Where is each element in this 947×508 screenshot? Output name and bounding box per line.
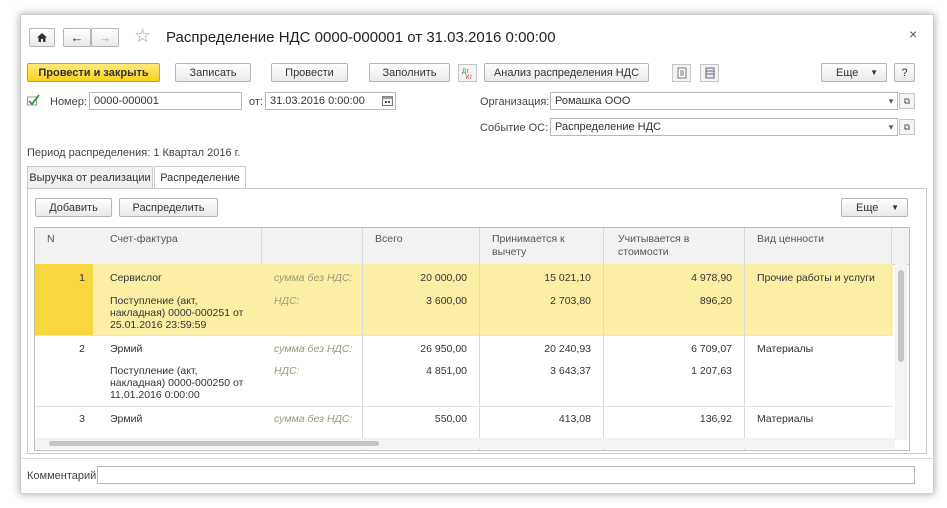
dropdown-arrow-icon: ▼ — [891, 203, 899, 212]
arrow-right-icon: → — [98, 30, 112, 45]
more-button[interactable]: Еще ▼ — [821, 63, 887, 82]
cost-value[interactable]: 1 207,63 — [625, 365, 732, 378]
tab-distribution-label: Распределение — [160, 172, 240, 184]
cost-value[interactable]: 6 709,07 — [625, 343, 732, 356]
column-header-kind[interactable]: Вид ценности — [757, 228, 897, 264]
invoice-counterparty[interactable]: Сервислог — [110, 272, 162, 285]
document-window: ← → ☆ Распределение НДС 0000-000001 от 3… — [20, 14, 934, 494]
period-text: Период распределения: 1 Квартал 2016 г. — [27, 147, 241, 159]
kind-value[interactable]: Прочие работы и услуги — [757, 272, 875, 285]
fill-button[interactable]: Заполнить — [369, 63, 450, 82]
tab-revenue-label: Выручка от реализации — [29, 171, 151, 184]
deductible-value[interactable]: 2 703,80 — [495, 295, 591, 308]
row-number: 2 — [79, 343, 85, 355]
tab-distribution[interactable]: Распределение — [154, 166, 246, 189]
date-field[interactable]: 31.03.2016 0:00:00 — [265, 92, 396, 110]
invoice-document-line3[interactable]: 11.01.2016 0:00:00 — [110, 389, 200, 402]
page-title: Распределение НДС 0000-000001 от 31.03.2… — [166, 29, 556, 46]
post-button[interactable]: Провести — [271, 63, 348, 82]
arrow-left-icon: ← — [70, 30, 84, 45]
kind-value[interactable]: Материалы — [757, 413, 813, 426]
home-button[interactable] — [29, 28, 55, 47]
column-header-deductible[interactable]: Принимается к вычету — [492, 228, 587, 264]
amount-type: НДС: — [274, 295, 300, 307]
organization-label: Организация: — [480, 96, 550, 108]
column-header-n[interactable]: N — [47, 228, 67, 264]
deductible-value[interactable]: 413,08 — [495, 413, 591, 426]
back-button[interactable]: ← — [63, 28, 91, 47]
total-value[interactable]: 20 000,00 — [375, 272, 467, 285]
grid-more-button[interactable]: Еще ▼ — [841, 198, 908, 217]
cost-value[interactable]: 136,92 — [625, 413, 732, 426]
tab-revenue[interactable]: Выручка от реализации — [27, 166, 153, 188]
column-header-invoice[interactable]: Счет-фактура — [110, 228, 250, 264]
organization-open-icon[interactable]: ⧉ — [899, 93, 915, 109]
post-and-close-button[interactable]: Провести и закрыть — [27, 63, 160, 82]
total-value[interactable]: 3 600,00 — [375, 295, 467, 308]
vat-analysis-button[interactable]: Анализ распределения НДС — [484, 63, 649, 82]
row-number: 1 — [79, 272, 85, 284]
cost-value[interactable]: 896,20 — [625, 295, 732, 308]
invoice-counterparty[interactable]: Эрмий — [110, 343, 142, 356]
number-label: Номер: — [50, 96, 87, 108]
row-number: 3 — [79, 413, 85, 425]
amount-type: сумма без НДС: — [274, 343, 353, 355]
cost-value[interactable]: 4 978,90 — [625, 272, 732, 285]
comment-label: Комментарий: — [27, 470, 100, 482]
deductible-value[interactable]: 3 643,37 — [495, 365, 591, 378]
event-dropdown-icon[interactable]: ▾ — [883, 119, 899, 135]
organization-field[interactable]: Ромашка ООО — [550, 92, 898, 110]
list-icon[interactable] — [700, 64, 719, 82]
column-header-cost[interactable]: Учитывается в стоимости — [618, 228, 713, 264]
comment-field[interactable] — [97, 466, 915, 484]
home-icon — [37, 33, 47, 42]
deductible-value[interactable]: 15 021,10 — [495, 272, 591, 285]
distribution-table: N Счет-фактура Всего Принимается к вычет… — [34, 227, 910, 451]
deductible-value[interactable]: 20 240,93 — [495, 343, 591, 356]
total-value[interactable]: 550,00 — [375, 413, 467, 426]
more-label: Еще — [836, 66, 859, 79]
vertical-scroll-thumb[interactable] — [898, 270, 904, 362]
organization-dropdown-icon[interactable]: ▾ — [883, 93, 899, 109]
save-button[interactable]: Записать — [175, 63, 251, 82]
amount-type: сумма без НДС: — [274, 272, 353, 284]
svg-text:Кт: Кт — [466, 75, 472, 80]
amount-type: НДС: — [274, 365, 300, 377]
dropdown-arrow-icon: ▼ — [870, 68, 878, 77]
add-button[interactable]: Добавить — [35, 198, 112, 217]
kind-value[interactable]: Материалы — [757, 343, 813, 356]
close-icon[interactable]: × — [909, 26, 917, 42]
vertical-scrollbar[interactable] — [895, 264, 907, 440]
help-button[interactable]: ? — [894, 63, 915, 82]
horizontal-scroll-thumb[interactable] — [49, 441, 379, 446]
posted-check-icon — [27, 94, 40, 109]
total-value[interactable]: 26 950,00 — [375, 343, 467, 356]
total-value[interactable]: 4 851,00 — [375, 365, 467, 378]
event-field[interactable]: Распределение НДС — [550, 118, 898, 136]
favorite-star-icon[interactable]: ☆ — [134, 25, 151, 48]
dt-kt-report-icon[interactable]: Дт Кт — [458, 64, 477, 82]
column-header-total[interactable]: Всего — [375, 228, 475, 264]
date-label: от: — [249, 96, 263, 108]
grid-more-label: Еще — [856, 201, 879, 214]
amount-type: сумма без НДС: — [274, 413, 353, 425]
invoice-document-line3[interactable]: 25.01.2016 23:59:59 — [110, 319, 206, 332]
document-icon[interactable] — [672, 64, 691, 82]
number-field[interactable]: 0000-000001 — [89, 92, 242, 110]
event-label: Событие ОС: — [480, 122, 549, 134]
forward-button[interactable]: → — [91, 28, 119, 47]
invoice-counterparty[interactable]: Эрмий — [110, 413, 142, 426]
horizontal-scrollbar[interactable] — [35, 438, 895, 449]
event-open-icon[interactable]: ⧉ — [899, 119, 915, 135]
calendar-icon[interactable] — [382, 95, 393, 109]
distribute-button[interactable]: Распределить — [119, 198, 218, 217]
